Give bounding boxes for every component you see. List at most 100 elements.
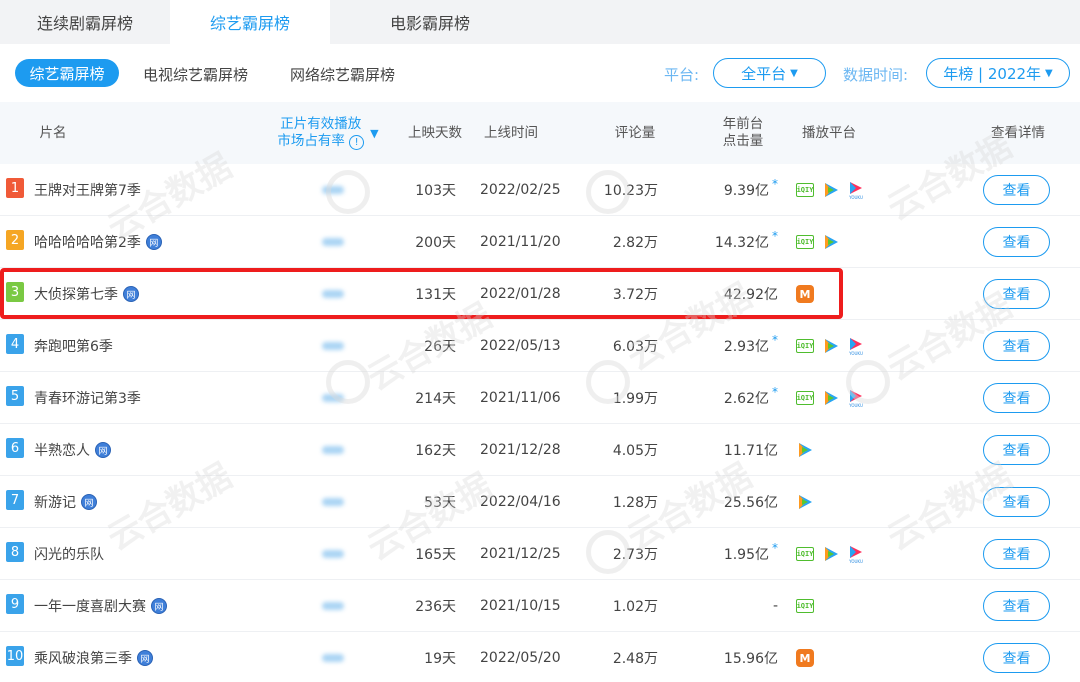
rank-badge: 10 xyxy=(6,646,24,666)
date-value: 2022/05/13 xyxy=(480,338,561,354)
blurred-share-value xyxy=(322,238,344,246)
platform-select[interactable]: 全平台 ▼ xyxy=(713,58,826,88)
view-details-button[interactable]: 查看 xyxy=(983,227,1050,257)
table-row: 1 王牌对王牌第7季 103天 2022/02/25 10.23万 9.39亿 * iQIY Y… xyxy=(0,164,1080,216)
date-value: 2022/04/16 xyxy=(480,494,561,510)
youku-icon[interactable]: YOUKU xyxy=(848,544,864,564)
rank-badge: 1 xyxy=(6,178,24,198)
show-title: 王牌对王牌第7季 xyxy=(34,164,141,216)
platform-icons: iQIY YOUKU xyxy=(796,320,916,372)
youku-icon[interactable]: YOUKU xyxy=(848,180,864,200)
iqiyi-icon[interactable]: iQIY xyxy=(796,235,814,249)
tencent-video-icon[interactable] xyxy=(822,233,840,251)
iqiyi-icon[interactable]: iQIY xyxy=(796,391,814,405)
days-value: 214天 xyxy=(415,391,456,407)
web-show-badge-icon: 网 xyxy=(151,598,167,614)
header-platforms: 播放平台 xyxy=(802,124,856,141)
view-details-button[interactable]: 查看 xyxy=(983,331,1050,361)
platform-label: 平台: xyxy=(664,66,700,84)
view-details-button[interactable]: 查看 xyxy=(983,487,1050,517)
platform-icons: M xyxy=(796,632,916,682)
subtab-web-variety[interactable]: 网络综艺霸屏榜 xyxy=(290,64,395,85)
view-details-button[interactable]: 查看 xyxy=(983,279,1050,309)
show-title-text: 奔跑吧第6季 xyxy=(34,339,113,355)
subtab-variety-all[interactable]: 综艺霸屏榜 xyxy=(15,59,119,87)
platform-icons: iQIY YOUKU xyxy=(796,164,916,216)
date-value: 2021/11/06 xyxy=(480,390,561,406)
show-title: 闪光的乐队 xyxy=(34,528,104,580)
clicks-value: 2.93亿 * xyxy=(680,320,778,372)
view-details-button[interactable]: 查看 xyxy=(983,591,1050,621)
asterisk-icon: * xyxy=(772,177,778,191)
tab-drama-chart[interactable]: 连续剧霸屏榜 xyxy=(0,0,170,44)
asterisk-icon: * xyxy=(772,333,778,347)
mango-tv-icon[interactable]: M xyxy=(796,285,814,303)
date-value: 2021/11/20 xyxy=(480,234,561,250)
days-value: 131天 xyxy=(415,287,456,303)
show-title-text: 哈哈哈哈哈第2季 xyxy=(34,235,141,251)
blurred-share-value xyxy=(322,290,344,298)
show-title-text: 乘风破浪第三季 xyxy=(34,651,132,667)
view-details-button[interactable]: 查看 xyxy=(983,383,1050,413)
tencent-video-icon[interactable] xyxy=(796,441,814,459)
clicks-text: 2.62亿 xyxy=(723,391,769,407)
table-row: 9 一年一度喜剧大赛网 236天 2021/10/15 1.02万 - iQIY 查看 xyxy=(0,580,1080,632)
rank-badge: 4 xyxy=(6,334,24,354)
platform-icons xyxy=(796,476,916,528)
comments-value: 2.48万 xyxy=(612,651,658,667)
show-title-text: 半熟恋人 xyxy=(34,443,90,459)
iqiyi-icon[interactable]: iQIY xyxy=(796,547,814,561)
tencent-video-icon[interactable] xyxy=(796,493,814,511)
show-title: 奔跑吧第6季 xyxy=(34,320,113,372)
header-share-line1: 正片有效播放 xyxy=(280,116,362,132)
show-title-text: 一年一度喜剧大赛 xyxy=(34,599,146,615)
date-value: 2021/10/15 xyxy=(480,598,561,614)
blurred-share-value xyxy=(322,342,344,350)
tab-movie-chart[interactable]: 电影霸屏榜 xyxy=(330,0,530,44)
iqiyi-icon[interactable]: iQIY xyxy=(796,599,814,613)
date-value: 2022/05/20 xyxy=(480,650,561,666)
time-select-value: 年榜 | 2022年 xyxy=(943,64,1042,83)
clicks-value: 25.56亿 xyxy=(680,476,778,528)
mango-tv-icon[interactable]: M xyxy=(796,649,814,667)
clicks-text: 9.39亿 xyxy=(723,183,769,199)
days-value: 162天 xyxy=(415,443,456,459)
clicks-text: - xyxy=(772,598,778,614)
tencent-video-icon[interactable] xyxy=(822,337,840,355)
tencent-video-icon[interactable] xyxy=(822,545,840,563)
header-title: 片名 xyxy=(39,124,67,141)
view-details-button[interactable]: 查看 xyxy=(983,435,1050,465)
days-value: 200天 xyxy=(415,235,456,251)
header-market-share[interactable]: 正片有效播放 市场占有率 ! ▼ xyxy=(268,102,388,164)
sort-down-icon[interactable]: ▼ xyxy=(370,125,378,142)
comments-value: 6.03万 xyxy=(612,339,658,355)
platform-icons: M xyxy=(796,268,916,320)
tencent-video-icon[interactable] xyxy=(822,181,840,199)
asterisk-icon: * xyxy=(772,385,778,399)
clicks-value: 9.39亿 * xyxy=(680,164,778,216)
iqiyi-icon[interactable]: iQIY xyxy=(796,339,814,353)
view-details-button[interactable]: 查看 xyxy=(983,643,1050,673)
view-details-button[interactable]: 查看 xyxy=(983,175,1050,205)
rank-badge: 2 xyxy=(6,230,24,250)
youku-icon[interactable]: YOUKU xyxy=(848,336,864,356)
rank-badge: 3 xyxy=(6,282,24,302)
asterisk-icon: * xyxy=(772,229,778,243)
info-icon[interactable]: ! xyxy=(349,135,365,150)
days-value: 236天 xyxy=(415,599,456,615)
view-details-button[interactable]: 查看 xyxy=(983,539,1050,569)
tencent-video-icon[interactable] xyxy=(822,389,840,407)
time-select[interactable]: 年榜 | 2022年 ▼ xyxy=(926,58,1070,88)
header-days: 上映天数 xyxy=(408,124,462,141)
rank-badge: 6 xyxy=(6,438,24,458)
tab-variety-chart[interactable]: 综艺霸屏榜 xyxy=(170,0,330,44)
show-title: 新游记网 xyxy=(34,476,97,528)
clicks-value: 11.71亿 xyxy=(680,424,778,476)
clicks-text: 11.71亿 xyxy=(723,443,778,459)
subtab-tv-variety[interactable]: 电视综艺霸屏榜 xyxy=(143,64,248,85)
iqiyi-icon[interactable]: iQIY xyxy=(796,183,814,197)
clicks-text: 15.96亿 xyxy=(723,651,778,667)
youku-icon[interactable]: YOUKU xyxy=(848,388,864,408)
date-value: 2021/12/28 xyxy=(480,442,561,458)
table-header: 片名 正片有效播放 市场占有率 ! ▼ 上映天数 上线时间 评论量 年前台 点击… xyxy=(0,102,1080,164)
